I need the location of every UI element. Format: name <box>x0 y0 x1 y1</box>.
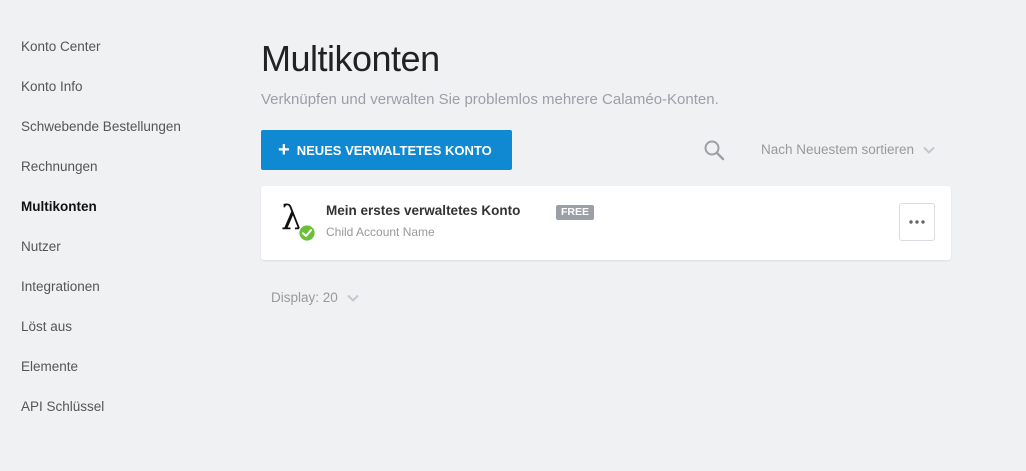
display-count-label: Display: 20 <box>271 290 338 305</box>
sidebar-item-nutzer[interactable]: Nutzer <box>0 237 240 277</box>
account-name[interactable]: Mein erstes verwaltetes Konto <box>326 203 520 218</box>
plus-icon: + <box>278 139 290 161</box>
chevron-down-icon <box>347 294 359 302</box>
sidebar-item-api-schluessel[interactable]: API Schlüssel <box>0 397 240 437</box>
sidebar-item-loest-aus[interactable]: Löst aus <box>0 317 240 357</box>
sort-dropdown[interactable]: Nach Neuestem sortieren <box>761 142 935 157</box>
account-card[interactable]: λ Mein erstes verwaltetes Konto Child Ac… <box>261 186 951 260</box>
chevron-down-icon <box>923 146 935 154</box>
avatar: λ <box>279 198 319 244</box>
new-managed-account-label: NEUES VERWALTETES KONTO <box>296 142 492 158</box>
sort-label: Nach Neuestem sortieren <box>761 142 915 157</box>
page-title: Multikonten <box>261 38 440 79</box>
plan-badge: FREE <box>556 205 595 220</box>
more-options-button[interactable] <box>899 203 935 241</box>
sidebar-item-konto-info[interactable]: Konto Info <box>0 77 240 117</box>
sidebar-item-rechnungen[interactable]: Rechnungen <box>0 157 240 197</box>
sidebar-item-schwebende-bestellungen[interactable]: Schwebende Bestellungen <box>0 117 240 157</box>
sidebar-item-multikonten[interactable]: Multikonten <box>0 197 240 237</box>
new-managed-account-button[interactable]: + NEUES VERWALTETES KONTO <box>261 130 512 170</box>
display-count-dropdown[interactable]: Display: 20 <box>271 290 359 305</box>
search-icon[interactable] <box>703 139 725 161</box>
account-subtitle: Child Account Name <box>326 225 435 239</box>
sidebar-item-integrationen[interactable]: Integrationen <box>0 277 240 317</box>
sidebar-nav: Konto Center Konto Info Schwebende Beste… <box>0 0 240 471</box>
sidebar-item-konto-center[interactable]: Konto Center <box>0 37 240 77</box>
page-subtitle: Verknüpfen und verwalten Sie problemlos … <box>261 91 719 108</box>
check-circle-icon <box>298 224 316 242</box>
ellipsis-icon <box>909 220 925 224</box>
sidebar-item-elemente[interactable]: Elemente <box>0 357 240 397</box>
